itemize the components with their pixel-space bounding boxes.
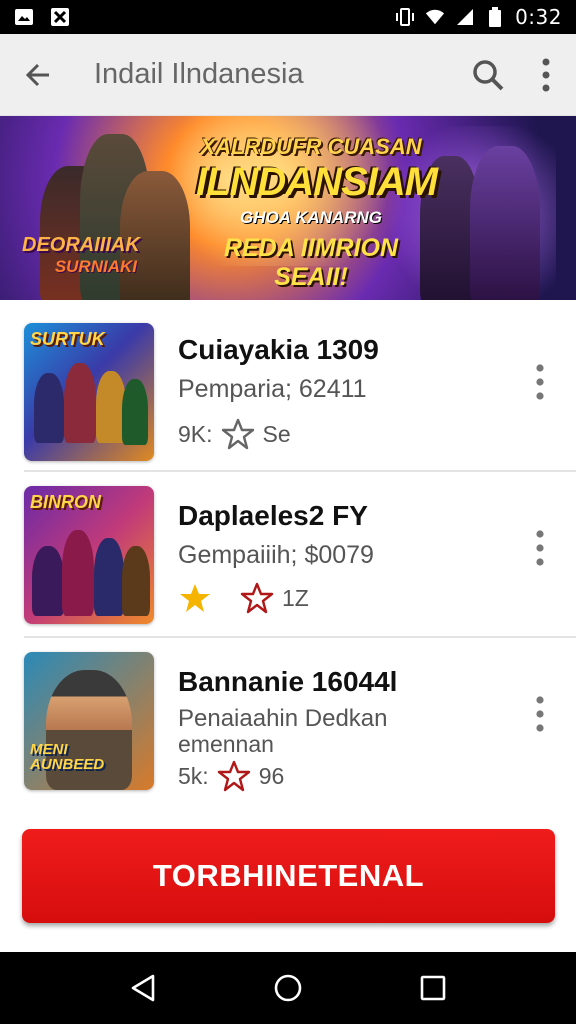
item-meta-prefix: 5k: bbox=[178, 762, 209, 789]
banner-line-1: XALRDUFR CUASAN bbox=[200, 134, 422, 159]
item-meta-suffix: 1Z bbox=[282, 584, 309, 611]
item-title: Daplaeles2 FY bbox=[178, 500, 368, 531]
banner-logo-line-1: DEORAIIIAK bbox=[22, 234, 140, 256]
list-item[interactable]: BINRON Daplaeles2 FY Gempaiiih; $0079 1Z bbox=[0, 466, 576, 632]
wifi-icon bbox=[425, 7, 445, 27]
item-meta-suffix: Se bbox=[262, 420, 291, 447]
banner-game-logo: DEORAIIIAK SURNIAKI bbox=[22, 234, 140, 277]
more-vert-icon bbox=[536, 530, 544, 566]
x-box-icon bbox=[50, 7, 70, 27]
primary-action-button[interactable]: TORBHINETENAL bbox=[22, 829, 555, 923]
list-item[interactable]: SURTUK Cuiayakia 1309 Pemparia; 62411 9K… bbox=[0, 300, 576, 466]
banner-logo-line-2: SURNIAKI bbox=[54, 257, 137, 276]
banner-line-3: GHOA KANARNG bbox=[240, 208, 382, 227]
app-bar: Indail Ilndanesia bbox=[0, 34, 576, 116]
banner-line-4: REDA IIMRION SEAII! bbox=[223, 234, 399, 291]
promo-banner[interactable]: XALRDUFR CUASAN ILNDANSIAM GHOA KANARNG … bbox=[0, 116, 576, 300]
item-meta-suffix: 96 bbox=[258, 762, 285, 789]
item-title: Bannanie 16044l bbox=[178, 666, 398, 697]
star-outline-icon bbox=[217, 760, 250, 792]
item-meta: 5k: 96 bbox=[178, 760, 284, 792]
list-item[interactable]: MENI AUNBEED Bannanie 16044l Penaiaahin … bbox=[0, 632, 576, 798]
nav-home-button[interactable] bbox=[258, 958, 318, 1018]
banner-hero-figure bbox=[470, 146, 540, 300]
status-bar: 0:32 bbox=[0, 0, 576, 34]
item-meta-prefix: 9K: bbox=[178, 420, 213, 447]
star-filled-icon bbox=[180, 584, 210, 612]
item-more-button[interactable] bbox=[526, 684, 554, 744]
page-title: Indail Ilndanesia bbox=[94, 58, 304, 90]
thumbnail-title: MENI AUNBEED bbox=[30, 741, 105, 773]
search-icon bbox=[473, 59, 504, 90]
item-more-button[interactable] bbox=[526, 518, 554, 578]
circle-home-icon bbox=[274, 974, 302, 1002]
status-time: 0:32 bbox=[515, 5, 562, 29]
signal-icon bbox=[455, 7, 475, 27]
triangle-back-icon bbox=[131, 974, 154, 1002]
game-thumbnail: BINRON bbox=[24, 486, 154, 624]
nav-back-button[interactable] bbox=[113, 958, 173, 1018]
image-icon bbox=[14, 7, 34, 27]
nav-recents-button[interactable] bbox=[403, 958, 463, 1018]
item-more-button[interactable] bbox=[526, 352, 554, 412]
star-outline-icon bbox=[240, 582, 274, 614]
battery-icon bbox=[485, 7, 505, 27]
item-subtitle: Penaiaahin Dedkan bbox=[178, 705, 388, 732]
thumbnail-title: SURTUK bbox=[30, 329, 105, 349]
banner-headline: XALRDUFR CUASAN ILNDANSIAM GHOA KANARNG … bbox=[196, 134, 438, 292]
game-thumbnail: SURTUK bbox=[24, 323, 154, 461]
banner-line-2: ILNDANSIAM bbox=[196, 160, 438, 204]
square-recents-icon bbox=[421, 975, 446, 1001]
star-outline-icon bbox=[221, 418, 254, 450]
system-nav-bar bbox=[0, 952, 576, 1024]
item-meta: 9K: Se bbox=[178, 418, 291, 450]
item-title: Cuiayakia 1309 bbox=[178, 334, 379, 365]
search-button[interactable] bbox=[460, 34, 516, 116]
back-button[interactable] bbox=[0, 34, 76, 116]
game-thumbnail: MENI AUNBEED bbox=[24, 652, 154, 790]
more-options-button[interactable] bbox=[516, 34, 576, 116]
vibrate-icon bbox=[395, 7, 415, 27]
more-vert-icon bbox=[536, 696, 544, 732]
item-subtitle: Gempaiiih; $0079 bbox=[178, 541, 374, 569]
item-subtitle: Pemparia; 62411 bbox=[178, 375, 367, 403]
item-subtitle-line-2: emennan bbox=[178, 731, 274, 757]
more-vert-icon bbox=[536, 364, 544, 400]
item-meta: 1Z bbox=[178, 582, 309, 614]
more-vert-icon bbox=[542, 58, 550, 91]
back-arrow-icon bbox=[25, 63, 49, 86]
thumbnail-title: BINRON bbox=[30, 492, 101, 512]
